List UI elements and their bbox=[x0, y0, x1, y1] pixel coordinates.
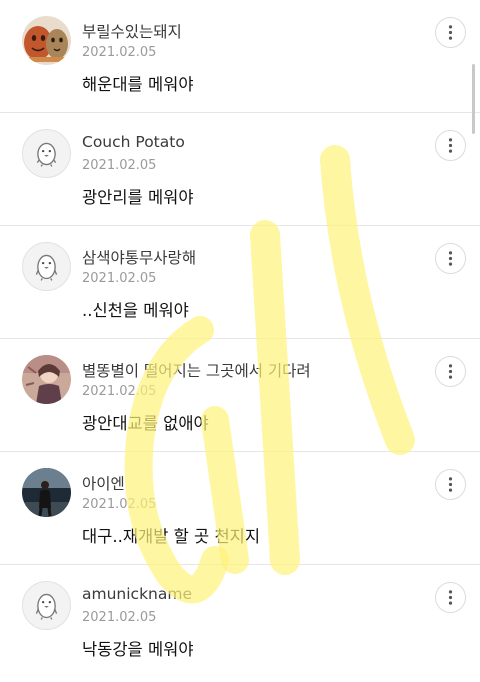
comment-author[interactable]: amunickname bbox=[82, 585, 192, 603]
comment-date: 2021.02.05 bbox=[82, 610, 157, 625]
avatar[interactable] bbox=[22, 355, 71, 404]
more-dots-icon bbox=[448, 364, 453, 379]
comment-date: 2021.02.05 bbox=[82, 497, 157, 512]
more-options-button[interactable] bbox=[435, 356, 466, 387]
more-options-button[interactable] bbox=[435, 130, 466, 161]
penguin-default-icon bbox=[35, 254, 58, 281]
comment-item: amunickname 2021.02.05 낙동강을 메워야 bbox=[0, 565, 480, 678]
avatar[interactable] bbox=[22, 129, 71, 178]
comment-date: 2021.02.05 bbox=[82, 271, 157, 286]
comment-item: 아이엔 2021.02.05 대구..재개발 할 곳 천지지 bbox=[0, 452, 480, 565]
comment-date: 2021.02.05 bbox=[82, 45, 157, 60]
more-dots-icon bbox=[448, 590, 453, 605]
comment-author[interactable]: 부릴수있는돼지 bbox=[82, 20, 182, 42]
more-dots-icon bbox=[448, 138, 453, 153]
comment-text: 광안리를 메워야 bbox=[82, 188, 194, 207]
potato-characters-icon bbox=[22, 16, 71, 65]
more-options-button[interactable] bbox=[435, 469, 466, 500]
more-options-button[interactable] bbox=[435, 582, 466, 613]
more-dots-icon bbox=[448, 251, 453, 266]
comment-text: 낙동강을 메워야 bbox=[82, 640, 194, 659]
comment-date: 2021.02.05 bbox=[82, 384, 157, 399]
comment-text: ..신천을 메워야 bbox=[82, 301, 189, 320]
scrollbar[interactable] bbox=[472, 64, 475, 134]
avatar[interactable] bbox=[22, 468, 71, 517]
comment-text: 해운대를 메워야 bbox=[82, 75, 194, 94]
comment-item: 부릴수있는돼지 2021.02.05 해운대를 메워야 bbox=[0, 0, 480, 113]
avatar[interactable] bbox=[22, 16, 71, 65]
comment-item: 별똥별이 떨어지는 그곳에서 기다려 2021.02.05 광안대교를 없애야 bbox=[0, 339, 480, 452]
more-dots-icon bbox=[448, 477, 453, 492]
comment-author[interactable]: 별똥별이 떨어지는 그곳에서 기다려 bbox=[82, 359, 311, 381]
avatar[interactable] bbox=[22, 242, 71, 291]
comment-text: 광안대교를 없애야 bbox=[82, 414, 209, 433]
penguin-default-icon bbox=[36, 142, 57, 167]
comment-date: 2021.02.05 bbox=[82, 158, 157, 173]
comment-author[interactable]: 아이엔 bbox=[82, 472, 125, 494]
comment-author[interactable]: 삼색야통무사랑해 bbox=[82, 246, 196, 268]
comment-text: 대구..재개발 할 곳 천지지 bbox=[82, 527, 261, 546]
comment-list: 부릴수있는돼지 2021.02.05 해운대를 메워야 Couch Potato… bbox=[0, 0, 480, 682]
comment-author[interactable]: Couch Potato bbox=[82, 133, 185, 151]
penguin-default-icon bbox=[35, 593, 58, 620]
avatar[interactable] bbox=[22, 581, 71, 630]
comment-item: 삼색야통무사랑해 2021.02.05 ..신천을 메워야 bbox=[0, 226, 480, 339]
more-options-button[interactable] bbox=[435, 17, 466, 48]
more-dots-icon bbox=[448, 25, 453, 40]
person-photo-icon bbox=[22, 468, 71, 517]
more-options-button[interactable] bbox=[435, 243, 466, 274]
anime-character-icon bbox=[22, 355, 71, 404]
comment-item: Couch Potato 2021.02.05 광안리를 메워야 bbox=[0, 113, 480, 226]
